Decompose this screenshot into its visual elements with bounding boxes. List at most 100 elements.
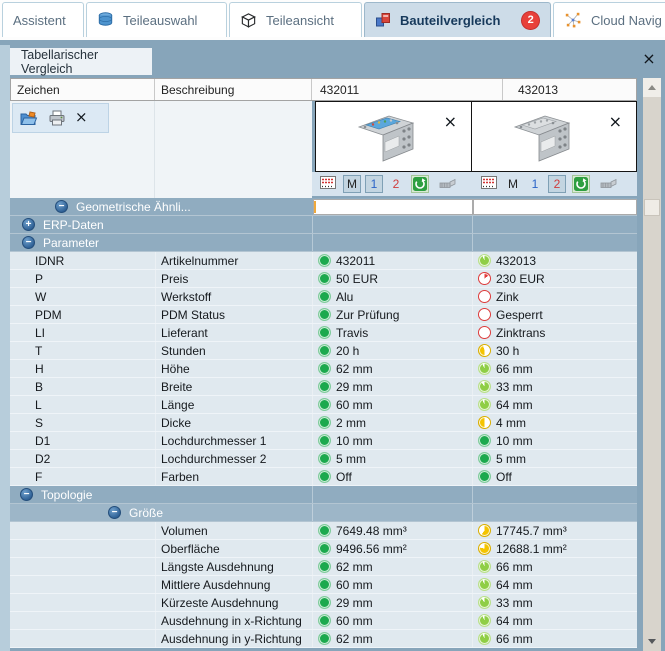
value-text: 12688.1 mm² xyxy=(496,541,567,556)
zeichen-cell: IDNR xyxy=(35,253,65,268)
scroll-up-icon[interactable] xyxy=(643,78,661,97)
collapse-icon[interactable]: − xyxy=(22,236,35,249)
mode-m-button[interactable]: M xyxy=(343,175,361,193)
value-text: 33 mm xyxy=(496,379,533,394)
clear-comparison-icon[interactable]: × xyxy=(75,109,88,127)
mode-2-button[interactable]: 2 xyxy=(548,175,566,193)
value-cell-432011: 29 mm xyxy=(312,594,472,611)
value-text: 60 mm xyxy=(336,397,373,412)
zeichen-cell: P xyxy=(35,271,44,286)
mode-1-button[interactable]: 1 xyxy=(365,175,383,193)
collapse-icon[interactable]: − xyxy=(20,488,33,501)
table-row: Mittlere Ausdehnung 60 mm 64 mm xyxy=(10,576,637,594)
section-row: − Größe xyxy=(10,504,637,522)
similarity-pie xyxy=(478,560,491,573)
tab-assistent[interactable]: Assistent xyxy=(2,2,84,37)
value-cell-432013: 64 mm xyxy=(472,612,637,629)
refresh-icon[interactable] xyxy=(411,175,429,193)
value-cell-432011: 62 mm xyxy=(312,630,472,647)
mode-1-button[interactable]: 1 xyxy=(526,175,544,193)
close-panel-icon[interactable]: × xyxy=(641,51,657,67)
expand-icon[interactable]: + xyxy=(22,218,35,231)
value-text: 10 mm xyxy=(336,433,373,448)
remove-part-icon[interactable]: × xyxy=(609,114,622,132)
similarity-pie xyxy=(478,632,491,645)
beschreibung-cell: Ausdehnung in x-Richtung xyxy=(155,612,312,629)
value-text: 33 mm xyxy=(496,595,533,610)
value-cell-432011: 5 mm xyxy=(312,450,472,467)
header-432011[interactable]: 432011 xyxy=(312,79,503,100)
value-text: 62 mm xyxy=(336,631,373,646)
beschreibung-cell: Stunden xyxy=(155,342,312,359)
refresh-icon[interactable] xyxy=(572,175,590,193)
section-row: − Geometrische Ähnli... xyxy=(10,198,637,216)
part-compare-icon xyxy=(375,12,391,28)
table-header-row: Zeichen Beschreibung 432011 432013 xyxy=(10,78,637,101)
header-beschreibung[interactable]: Beschreibung xyxy=(155,79,312,100)
value-text: 7649.48 mm³ xyxy=(336,523,407,538)
table-row: PDM PDM Status Zur Prüfung Gesperrt xyxy=(10,306,637,324)
value-text: Off xyxy=(496,469,512,484)
tab-cloud-navigator[interactable]: Cloud Navig xyxy=(553,2,665,37)
vertical-scrollbar[interactable] xyxy=(643,78,661,651)
table-row: Volumen 7649.48 mm³ 17745.7 mm³ xyxy=(10,522,637,540)
table-row: Ausdehnung in x-Richtung 60 mm 64 mm xyxy=(10,612,637,630)
similarity-pie xyxy=(318,308,331,321)
scrollbar-thumb[interactable] xyxy=(644,199,660,216)
collapse-icon[interactable]: − xyxy=(108,506,121,519)
value-cell-432011: 62 mm xyxy=(312,558,472,575)
tab-teileauswahl[interactable]: Teileauswahl xyxy=(86,2,227,37)
main-tab-bar: Assistent Teileauswahl Teileansicht Baut… xyxy=(0,0,665,40)
value-cell-432013: 4 mm xyxy=(472,414,637,431)
section-row: − Parameter xyxy=(10,234,637,252)
measure-table-icon[interactable] xyxy=(320,176,337,191)
value-text: 64 mm xyxy=(496,577,533,592)
similarity-pie xyxy=(478,380,491,393)
beschreibung-cell: Länge xyxy=(155,396,312,413)
header-432013[interactable]: 432013 xyxy=(503,79,636,100)
beschreibung-cell: Kürzeste Ausdehnung xyxy=(155,594,312,611)
tab-bauteilvergleich[interactable]: Bauteilvergleich 2 xyxy=(364,2,551,37)
zeichen-cell xyxy=(10,522,155,539)
table-row: LI Lieferant Travis Zinktrans xyxy=(10,324,637,342)
beschreibung-cell: Farben xyxy=(155,468,312,485)
remove-part-icon[interactable]: × xyxy=(444,114,457,132)
database-icon xyxy=(97,12,114,28)
tab-label: Teileansicht xyxy=(266,12,334,28)
section-label: ERP-Daten xyxy=(43,217,104,232)
mode-m-button[interactable]: M xyxy=(504,175,522,193)
similarity-pie xyxy=(478,416,491,429)
insert-screw-icon[interactable] xyxy=(438,177,458,191)
similarity-pie xyxy=(478,398,491,411)
scroll-down-icon[interactable] xyxy=(643,632,661,651)
table-row: Längste Ausdehnung 62 mm 66 mm xyxy=(10,558,637,576)
beschreibung-cell: Preis xyxy=(155,270,312,287)
similarity-input-432013[interactable] xyxy=(473,199,637,215)
value-cell-432013: 33 mm xyxy=(472,594,637,611)
value-cell-432011: 2 mm xyxy=(312,414,472,431)
measure-table-icon[interactable] xyxy=(481,176,498,191)
open-folder-icon[interactable] xyxy=(20,110,39,126)
part-thumbnail-432013: × xyxy=(471,101,637,172)
tab-teileansicht[interactable]: Teileansicht xyxy=(229,2,362,37)
similarity-pie xyxy=(478,434,491,447)
value-text: Zur Prüfung xyxy=(336,307,400,322)
value-cell-432013: Gesperrt xyxy=(472,306,637,323)
tab-tabellarischer-vergleich[interactable]: Tabellarischer Vergleich xyxy=(10,48,152,76)
table-row: Oberfläche 9496.56 mm² 12688.1 mm² xyxy=(10,540,637,558)
table-row: Kürzeste Ausdehnung 29 mm 33 mm xyxy=(10,594,637,612)
similarity-pie xyxy=(318,596,331,609)
beschreibung-cell: Lochdurchmesser 1 xyxy=(155,432,312,449)
value-text: 17745.7 mm³ xyxy=(496,523,567,538)
value-cell-432011: 62 mm xyxy=(312,360,472,377)
collapse-icon[interactable]: − xyxy=(55,200,68,213)
insert-screw-icon[interactable] xyxy=(599,177,619,191)
cube-icon xyxy=(240,12,257,29)
similarity-input-432011[interactable] xyxy=(313,199,473,215)
mode-2-button[interactable]: 2 xyxy=(387,175,405,193)
zeichen-cell: D2 xyxy=(35,451,51,466)
value-text: Travis xyxy=(336,325,369,340)
print-icon[interactable] xyxy=(48,110,66,126)
header-zeichen[interactable]: Zeichen xyxy=(11,79,155,100)
value-text: Zink xyxy=(496,289,519,304)
